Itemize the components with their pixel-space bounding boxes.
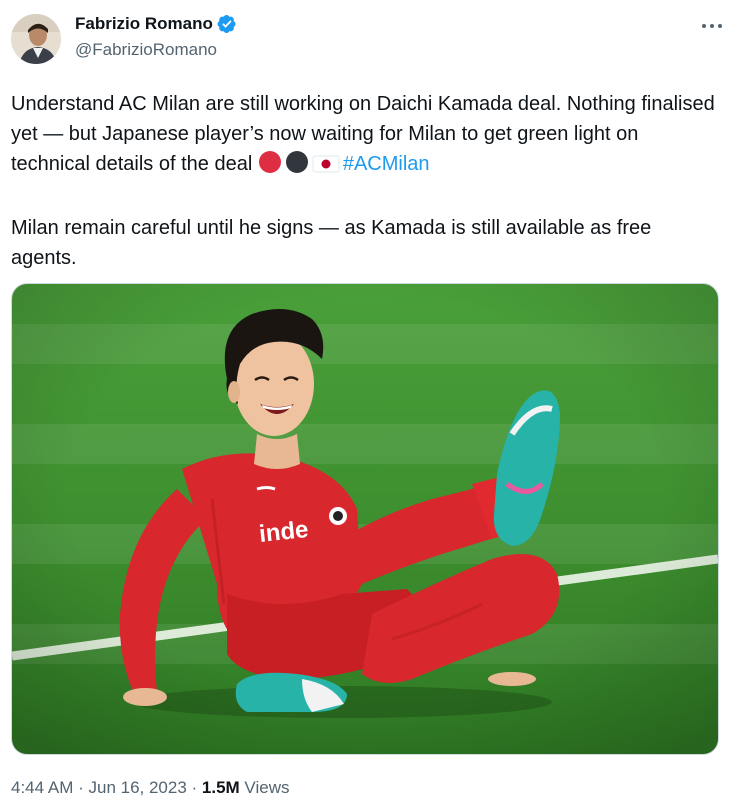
tweet-paragraph-2: Milan remain careful until he signs — as…: [11, 217, 652, 269]
tweet-text: Understand AC Milan are still working on…: [11, 89, 721, 273]
views-label: Views: [239, 778, 290, 797]
tweet-photo[interactable]: inde: [11, 283, 719, 755]
more-options-button[interactable]: [699, 15, 725, 37]
footballer-celebration-photo-icon: inde: [12, 284, 718, 754]
author-name-row[interactable]: Fabrizio Romano: [75, 14, 237, 34]
tweet-date[interactable]: Jun 16, 2023: [88, 778, 186, 797]
avatar[interactable]: [11, 14, 61, 64]
views-count[interactable]: 1.5M: [202, 778, 240, 797]
verified-badge-icon: [217, 14, 237, 34]
author-display-name[interactable]: Fabrizio Romano: [75, 14, 213, 34]
meta-separator: ·: [186, 778, 202, 797]
more-dots-icon: [702, 24, 722, 28]
shirt-sponsor-text: inde: [258, 516, 310, 548]
tweet-paragraph-1: Understand AC Milan are still working on…: [11, 89, 721, 183]
red-circle-icon: [258, 150, 282, 183]
black-circle-icon: [285, 150, 309, 183]
meta-separator: ·: [73, 778, 89, 797]
author-handle[interactable]: @FabrizioRomano: [75, 40, 217, 60]
tweet-meta: 4:44 AM · Jun 16, 2023 · 1.5M Views: [11, 778, 289, 798]
tweet-card: Fabrizio Romano @FabrizioRomano Understa…: [0, 0, 743, 812]
avatar-portrait-icon: [11, 14, 61, 64]
japan-flag-icon: [312, 153, 340, 183]
tweet-time[interactable]: 4:44 AM: [11, 778, 73, 797]
hashtag-acmilan-link[interactable]: #ACMilan: [343, 153, 430, 175]
